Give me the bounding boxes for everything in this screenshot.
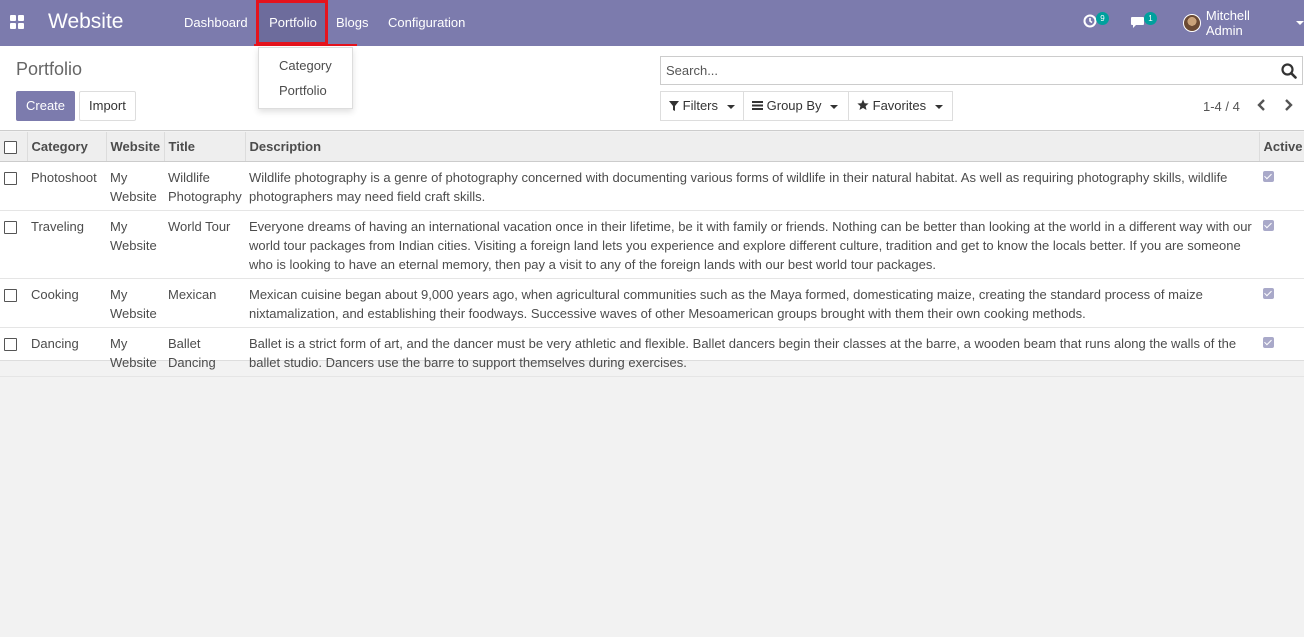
message-count-badge: 1	[1144, 12, 1157, 25]
activity-count-badge: 9	[1096, 12, 1109, 25]
dropdown-item-portfolio[interactable]: Portfolio	[279, 83, 327, 98]
table-row[interactable]: Photoshoot My Website Wildlife Photograp…	[0, 161, 1304, 211]
app-brand: Website	[48, 10, 124, 33]
table-row[interactable]: Cooking My Website Mexican Mexican cuisi…	[0, 278, 1304, 328]
cell-title: Wildlife Photography	[164, 161, 245, 211]
caret-down-icon	[934, 104, 943, 109]
create-button[interactable]: Create	[16, 91, 76, 121]
top-navbar: Website Dashboard Portfolio Blogs Config…	[0, 0, 1304, 46]
column-header-title[interactable]: Title	[164, 132, 246, 162]
row-select-checkbox[interactable]	[4, 220, 17, 234]
apps-grid-icon[interactable]	[10, 15, 24, 29]
cell-category: Dancing	[27, 327, 106, 377]
cell-category: Cooking	[27, 278, 106, 328]
cell-description: Mexican cuisine began about 9,000 years …	[245, 278, 1259, 328]
filters-label: Filters	[682, 98, 719, 113]
cell-category: Traveling	[27, 210, 106, 279]
filters-button[interactable]: Filters	[660, 91, 744, 121]
search-box	[660, 56, 1303, 85]
cell-website: My Website	[106, 210, 164, 279]
cell-website: My Website	[106, 327, 164, 377]
import-button[interactable]: Import	[79, 91, 136, 121]
user-menu[interactable]: Mitchell Admin	[1183, 8, 1304, 38]
active-checkbox	[1263, 287, 1274, 299]
cell-description: Everyone dreams of having an internation…	[245, 210, 1259, 279]
portfolio-list: Category Website Title Description Activ…	[0, 132, 1304, 377]
row-select-checkbox[interactable]	[4, 288, 17, 302]
favorites-label: Favorites	[872, 98, 927, 113]
row-select-checkbox[interactable]	[4, 171, 17, 185]
pager-previous-icon[interactable]	[1254, 95, 1270, 115]
cell-title: Ballet Dancing	[164, 327, 245, 377]
active-checkbox	[1263, 170, 1274, 182]
dropdown-item-category[interactable]: Category	[279, 58, 332, 73]
table-row[interactable]: Dancing My Website Ballet Dancing Ballet…	[0, 327, 1304, 377]
search-icon[interactable]	[1281, 63, 1297, 79]
chevron-down-icon	[1296, 21, 1304, 25]
list-bars-icon	[752, 101, 763, 110]
row-select-checkbox[interactable]	[4, 337, 17, 351]
pager-next-icon[interactable]	[1281, 95, 1297, 115]
pager-value[interactable]: 1-4 / 4	[1203, 99, 1240, 114]
column-header-description[interactable]: Description	[245, 132, 1260, 162]
table-row[interactable]: Traveling My Website World Tour Everyone…	[0, 210, 1304, 279]
group-by-button[interactable]: Group By	[743, 91, 849, 121]
column-header-category[interactable]: Category	[27, 132, 107, 162]
user-avatar	[1183, 14, 1201, 32]
activity-clock-icon[interactable]	[1083, 14, 1097, 31]
portfolio-dropdown-menu: Category Portfolio	[258, 47, 353, 109]
select-all-checkbox[interactable]	[4, 140, 17, 154]
menu-configuration[interactable]: Configuration	[388, 0, 465, 46]
cell-title: Mexican	[164, 278, 245, 328]
highlight-portfolio-menu	[256, 0, 328, 45]
cell-category: Photoshoot	[27, 161, 106, 211]
cell-website: My Website	[106, 278, 164, 328]
search-input[interactable]	[661, 57, 1261, 84]
active-checkbox	[1263, 336, 1274, 348]
cell-description: Ballet is a strict form of art, and the …	[245, 327, 1259, 377]
cell-title: World Tour	[164, 210, 245, 279]
menu-blogs[interactable]: Blogs	[336, 0, 369, 46]
active-checkbox	[1263, 219, 1274, 231]
column-header-website[interactable]: Website	[106, 132, 165, 162]
star-icon	[857, 99, 869, 110]
table-header-row: Category Website Title Description Activ…	[0, 132, 1304, 162]
menu-dashboard[interactable]: Dashboard	[184, 0, 248, 46]
select-all-cell	[0, 132, 28, 162]
user-name: Mitchell Admin	[1205, 8, 1250, 38]
control-panel: Portfolio Create Import Filters Group By…	[0, 46, 1304, 131]
cell-website: My Website	[106, 161, 164, 211]
caret-down-icon	[830, 104, 839, 109]
caret-down-icon	[726, 104, 735, 109]
cell-description: Wildlife photography is a genre of photo…	[245, 161, 1259, 211]
column-header-active[interactable]: Active	[1259, 132, 1304, 162]
favorites-button[interactable]: Favorites	[848, 91, 953, 121]
filter-funnel-icon	[669, 101, 679, 111]
group-by-label: Group By	[766, 98, 822, 113]
page-title: Portfolio	[16, 59, 83, 79]
